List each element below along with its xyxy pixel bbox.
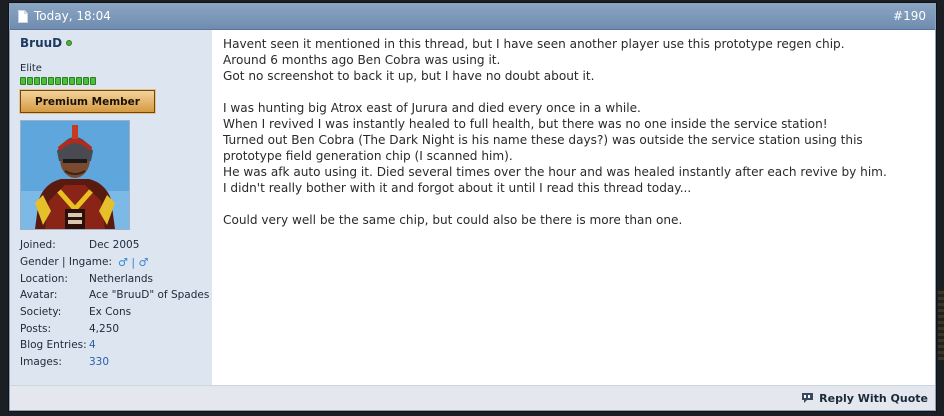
username-link[interactable]: BruuD xyxy=(20,36,62,50)
premium-member-badge: Premium Member xyxy=(19,89,156,114)
info-label: Location: xyxy=(20,272,68,285)
info-row-images: Images: 330 xyxy=(20,354,212,371)
reputation-pip xyxy=(83,77,89,85)
reputation-pip xyxy=(62,77,68,85)
message-paragraph: Could very well be the same chip, but co… xyxy=(223,213,683,227)
username-row: BruuD xyxy=(20,36,212,50)
post-header: Today, 18:04 #190 xyxy=(10,4,935,30)
online-status-icon xyxy=(66,40,73,46)
info-value: Ex Cons xyxy=(89,306,132,319)
reputation-pip xyxy=(27,77,33,85)
gender-icon: ♂ | ♂ xyxy=(117,255,149,269)
background-edge xyxy=(938,290,944,360)
reputation-bar xyxy=(20,77,212,85)
document-icon xyxy=(18,9,28,23)
images-link[interactable]: 330 xyxy=(89,356,109,368)
post-body: BruuD Elite Premium Member Joined: Dec 2… xyxy=(10,30,935,387)
post-message: Havent seen it mentioned in this thread,… xyxy=(212,30,935,387)
info-label: Posts: xyxy=(20,322,51,335)
info-value: Ace "BruuD" of Spades xyxy=(89,289,210,302)
forum-post: Today, 18:04 #190 BruuD Elite Premium Me… xyxy=(9,3,936,411)
info-row-location: Location: Netherlands xyxy=(20,270,212,287)
info-row-society: Society: Ex Cons xyxy=(20,304,212,321)
post-date-text: Today, 18:04 xyxy=(34,9,111,23)
info-label: Joined: xyxy=(20,239,56,252)
info-row-gender: Gender | Ingame: ♂ | ♂ xyxy=(20,254,212,271)
message-paragraph: I was hunting big Atrox east of Jurura a… xyxy=(223,101,887,195)
post-date: Today, 18:04 xyxy=(18,9,111,23)
reply-with-quote-button[interactable]: Reply With Quote xyxy=(801,392,928,405)
message-paragraph: Havent seen it mentioned in this thread,… xyxy=(223,37,845,83)
info-row-avatar: Avatar: Ace "BruuD" of Spades xyxy=(20,287,212,304)
reputation-pip xyxy=(34,77,40,85)
user-info-panel: BruuD Elite Premium Member Joined: Dec 2… xyxy=(10,30,212,387)
info-label: Blog Entries: xyxy=(20,339,87,352)
info-label: Society: xyxy=(20,306,62,319)
reply-with-quote-label: Reply With Quote xyxy=(819,391,928,405)
avatar[interactable] xyxy=(20,120,130,230)
reputation-pip xyxy=(76,77,82,85)
reputation-pip xyxy=(55,77,61,85)
reputation-pip xyxy=(48,77,54,85)
blog-entries-link[interactable]: 4 xyxy=(89,339,96,351)
post-footer: Reply With Quote xyxy=(10,385,935,410)
info-label: Avatar: xyxy=(20,289,58,302)
info-label: Gender | Ingame: xyxy=(20,256,112,269)
info-value: Netherlands xyxy=(89,272,154,285)
info-value: Dec 2005 xyxy=(89,239,140,252)
info-row-posts: Posts: 4,250 xyxy=(20,320,212,337)
user-title: Elite xyxy=(20,63,42,74)
info-value: 4,250 xyxy=(89,322,120,335)
quote-icon xyxy=(801,392,814,404)
reputation-pip xyxy=(69,77,75,85)
reputation-pip xyxy=(90,77,96,85)
info-row-joined: Joined: Dec 2005 xyxy=(20,237,212,254)
user-info-table: Joined: Dec 2005 Gender | Ingame: ♂ | ♂ … xyxy=(20,237,212,371)
info-row-blog-entries: Blog Entries: 4 xyxy=(20,337,212,354)
reputation-pip xyxy=(41,77,47,85)
info-label: Images: xyxy=(20,356,62,369)
reputation-pip xyxy=(20,77,26,85)
post-number-link[interactable]: #190 xyxy=(893,9,926,23)
